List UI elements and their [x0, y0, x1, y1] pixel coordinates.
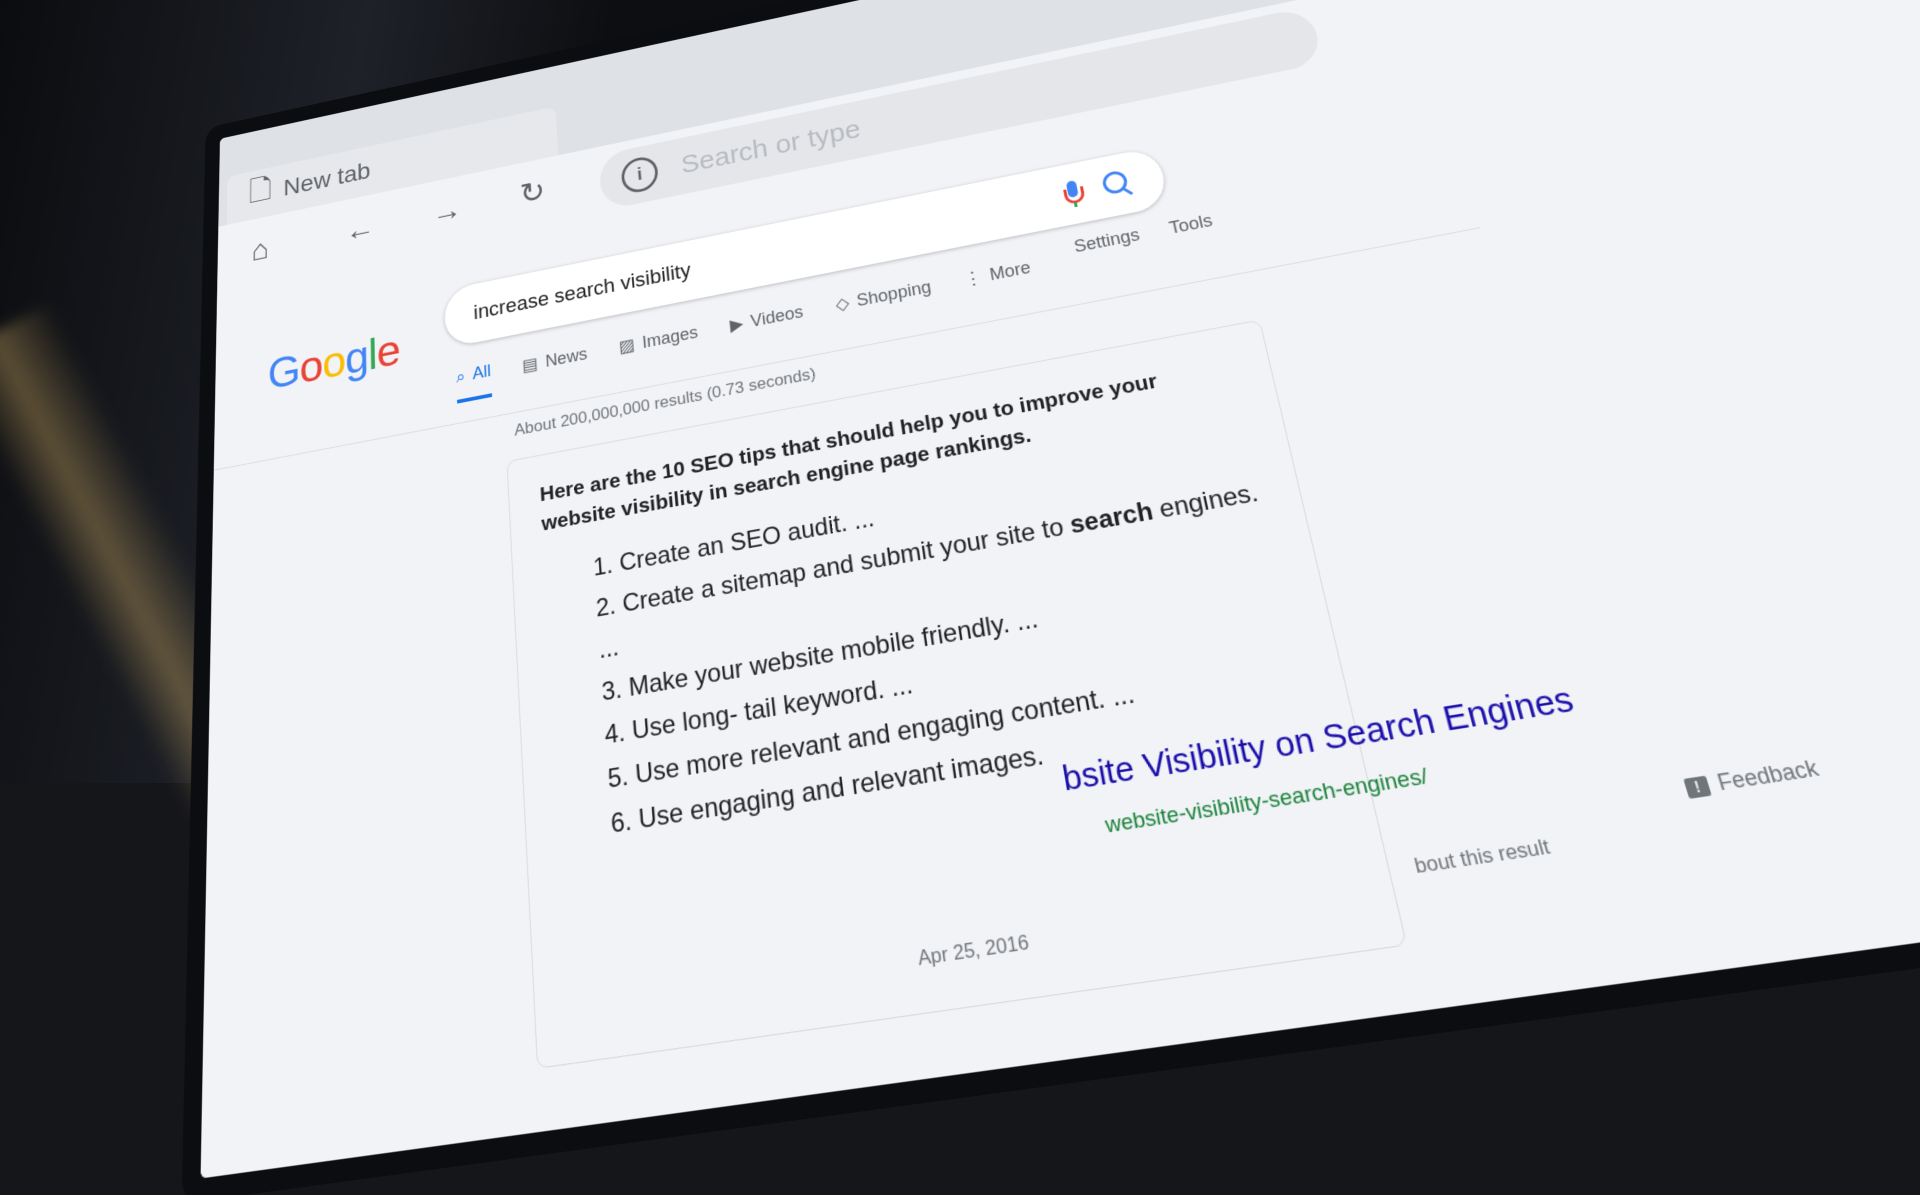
- back-arrow-icon[interactable]: ←: [345, 211, 375, 250]
- tab-shopping[interactable]: ◇ Shopping: [834, 277, 934, 328]
- info-icon[interactable]: i: [620, 154, 660, 196]
- tab-title: New tab: [283, 157, 371, 201]
- news-icon: ▤: [521, 353, 539, 376]
- google-logo[interactable]: Google: [268, 325, 401, 400]
- reload-icon[interactable]: ↻: [519, 173, 546, 212]
- tab-label: Images: [641, 322, 699, 352]
- forward-arrow-icon[interactable]: →: [432, 192, 463, 231]
- feedback-label: Feedback: [1714, 755, 1822, 796]
- search-icon[interactable]: [1100, 168, 1136, 201]
- microphone-icon[interactable]: [1062, 179, 1086, 208]
- tab-label: Shopping: [855, 277, 933, 311]
- tab-label: News: [544, 344, 588, 371]
- logo-letter: e: [376, 326, 401, 379]
- featured-snippet: Here are the 10 SEO tips that should hel…: [506, 319, 1822, 1070]
- logo-letter: o: [299, 341, 323, 394]
- video-icon: ▶: [728, 313, 745, 335]
- about-this-result-link[interactable]: bout this result: [1412, 835, 1553, 880]
- feedback-icon: !: [1683, 775, 1712, 799]
- search-icon: ⌕: [455, 366, 466, 387]
- tag-icon: ◇: [834, 293, 851, 315]
- snippet-date: Apr 25, 2016: [916, 930, 1031, 971]
- tab-label: More: [988, 257, 1032, 285]
- home-icon[interactable]: ⌂: [251, 233, 269, 269]
- tab-more[interactable]: ⋮ More: [963, 258, 1035, 303]
- tab-images[interactable]: ▨ Images: [618, 323, 700, 370]
- tools-link[interactable]: Tools: [1168, 211, 1215, 239]
- tab-news[interactable]: ▤ News: [522, 344, 589, 389]
- feedback-button[interactable]: ! Feedback: [1682, 755, 1822, 801]
- tab-label: All: [472, 361, 492, 384]
- browser-window: 🗋 New tab ⌂ ← → ↻ i Search or type Googl…: [200, 0, 1920, 1179]
- image-icon: ▨: [618, 335, 636, 357]
- tablet-screen-wrapper: 🗋 New tab ⌂ ← → ↻ i Search or type Googl…: [90, 0, 1920, 1179]
- settings-link[interactable]: Settings: [1072, 225, 1141, 257]
- tab-videos[interactable]: ▶ Videos: [729, 302, 806, 348]
- tab-all[interactable]: ⌕ All: [455, 361, 493, 404]
- logo-letter: o: [322, 337, 346, 389]
- more-dots-icon: ⋮: [962, 267, 984, 290]
- tab-label: Videos: [749, 302, 805, 331]
- logo-letter: g: [344, 332, 369, 385]
- page-icon: 🗋: [248, 172, 272, 208]
- logo-letter: G: [267, 346, 300, 400]
